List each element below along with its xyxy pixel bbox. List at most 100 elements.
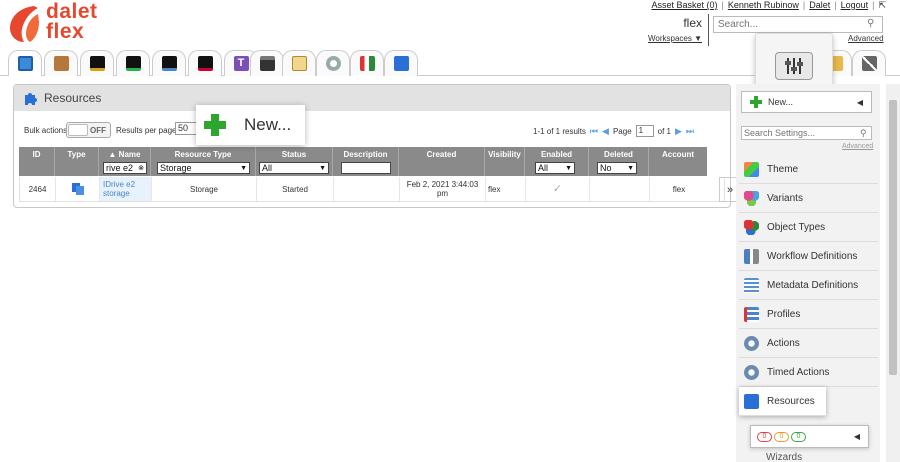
search-icon[interactable]: ⚲ — [860, 128, 867, 139]
t-icon: T — [233, 56, 249, 71]
chevron-down-icon: ▼ — [565, 164, 572, 172]
resources-panel: Resources Bulk actions OFF Results per p… — [13, 84, 741, 208]
prev-page-icon[interactable]: ◀ — [602, 126, 609, 137]
scrollbar-thumb[interactable] — [889, 100, 897, 375]
results-count: 1-1 of 1 results — [533, 126, 586, 136]
tab-tools[interactable] — [852, 50, 886, 76]
page-title: Resources — [44, 91, 102, 105]
name-filter-input[interactable]: rive e2 ⊗ — [103, 162, 147, 174]
col-id[interactable]: ID — [19, 147, 55, 176]
sidebar-item-profiles[interactable]: Profiles — [739, 300, 878, 329]
new-label: New... — [244, 115, 292, 134]
bulk-actions-toggle[interactable]: OFF — [66, 122, 111, 138]
new-resource-button[interactable]: New... — [196, 105, 305, 145]
resource-type-filter[interactable]: Storage ▼ — [157, 162, 250, 174]
logo-line2: flex — [46, 20, 85, 43]
cell-type — [56, 177, 100, 201]
collapse-left-icon: ◀ — [856, 98, 863, 107]
plus-icon — [750, 96, 762, 108]
tab-graph-4[interactable] — [188, 50, 222, 76]
status-filter[interactable]: All ▼ — [259, 162, 329, 174]
puzzle-icon — [25, 93, 37, 105]
user-link[interactable]: Kenneth Rubinow — [728, 0, 799, 10]
settings-search-input[interactable] — [741, 126, 872, 140]
profiles-icon — [744, 306, 759, 322]
tab-media[interactable] — [250, 50, 284, 76]
cell-created: Feb 2, 2021 3:44:03 pm — [400, 177, 486, 201]
col-account[interactable]: Account — [649, 147, 707, 176]
col-visibility[interactable]: Visibility — [485, 147, 525, 176]
search-icon[interactable]: ⚲ — [867, 18, 874, 29]
table-row[interactable]: 2464 IDrive e2 storage Storage Started Fe… — [19, 177, 725, 202]
pin-icon[interactable]: ⇱ — [878, 0, 886, 10]
tab-workflows[interactable] — [350, 50, 384, 76]
sliders-icon — [775, 52, 813, 80]
tab-settings[interactable] — [316, 50, 350, 76]
first-page-icon[interactable]: ⏮ — [590, 126, 598, 137]
dalet-link[interactable]: Dalet — [809, 0, 830, 10]
divider — [708, 14, 709, 46]
sidebar-item-metadata-definitions[interactable]: Metadata Definitions — [739, 271, 878, 300]
tab-browse[interactable] — [8, 50, 42, 76]
sidebar-item-timed-actions[interactable]: Timed Actions — [739, 358, 878, 387]
top-links: Asset Basket (0) | Kenneth Rubinow | Dalet | L… — [651, 0, 886, 10]
clipboard-icon — [291, 56, 307, 71]
next-page-icon[interactable]: ▶ — [675, 126, 682, 137]
tab-graph-2[interactable] — [116, 50, 150, 76]
dalet-flex-logo[interactable]: dalet flex — [8, 1, 118, 48]
bulk-actions-label: Bulk actions — [24, 126, 68, 135]
graph-icon — [197, 56, 213, 71]
sidebar-item-wizards[interactable]: Wizards — [766, 452, 802, 462]
sidebar-item-workflow-definitions[interactable]: Workflow Definitions — [739, 242, 878, 271]
advanced-search-link[interactable]: Advanced — [848, 34, 884, 43]
settings-sidebar: New... ◀ ⚲ Advanced Theme Variants Objec… — [736, 84, 880, 462]
logout-link[interactable]: Logout — [841, 0, 869, 10]
cell-name[interactable]: IDrive e2 storage — [100, 177, 152, 201]
sidebar-new-button[interactable]: New... ◀ — [741, 91, 872, 113]
sidebar-item-resources[interactable]: Resources — [739, 387, 826, 416]
description-filter-input[interactable] — [341, 162, 391, 174]
gear-icon — [744, 335, 759, 351]
col-created[interactable]: Created — [399, 147, 485, 176]
asset-basket-link[interactable]: Asset Basket (0) — [651, 0, 717, 10]
sidebar-item-theme[interactable]: Theme — [739, 155, 878, 184]
search-input[interactable] — [713, 16, 883, 33]
tab-graph-1[interactable] — [80, 50, 114, 76]
storage-icon — [71, 183, 84, 195]
vertical-scrollbar[interactable] — [886, 84, 900, 462]
browse-icon — [17, 56, 33, 71]
toggle-state: OFF — [90, 126, 106, 135]
col-type[interactable]: Type — [55, 147, 99, 176]
tab-resources[interactable] — [384, 50, 418, 76]
tab-packages[interactable] — [44, 50, 78, 76]
cell-id: 2464 — [20, 177, 56, 201]
sidebar-item-variants[interactable]: Variants — [739, 184, 878, 213]
cell-resource-type: Storage — [152, 177, 257, 201]
tab-graph-3[interactable] — [152, 50, 186, 76]
sidebar-item-actions[interactable]: Actions — [739, 329, 878, 358]
sidebar-item-object-types[interactable]: Object Types — [739, 213, 878, 242]
settings-advanced-link[interactable]: Advanced — [842, 143, 873, 150]
plus-icon — [204, 114, 226, 136]
ok-count-badge: 0 — [791, 431, 806, 442]
object-types-icon — [744, 219, 759, 235]
workflow-icon — [359, 56, 375, 71]
cell-description — [334, 177, 400, 201]
table-header: ID Type ▲ Name Resource Type Status Desc… — [19, 147, 707, 176]
results-per-page-label: Results per page — [116, 126, 177, 135]
cell-account: flex — [672, 184, 686, 194]
cell-enabled-check-icon: ✓ — [526, 177, 590, 201]
page-input[interactable]: 1 — [635, 125, 654, 137]
last-page-icon[interactable]: ⏭ — [686, 126, 694, 137]
toggle-knob — [68, 124, 88, 136]
deleted-filter[interactable]: No ▼ — [597, 162, 637, 174]
tools-icon — [861, 56, 877, 71]
error-count-badge: 0 — [757, 431, 772, 442]
job-status-counters[interactable]: 0 0 0 ◀ — [750, 425, 869, 448]
graph-icon — [89, 56, 105, 71]
chevron-down-icon: ▼ — [627, 164, 634, 172]
tab-jobs[interactable] — [282, 50, 316, 76]
clear-icon[interactable]: ⊗ — [138, 164, 144, 172]
workspaces-menu[interactable]: Workspaces ▼ — [640, 34, 702, 43]
enabled-filter[interactable]: All ▼ — [535, 162, 575, 174]
